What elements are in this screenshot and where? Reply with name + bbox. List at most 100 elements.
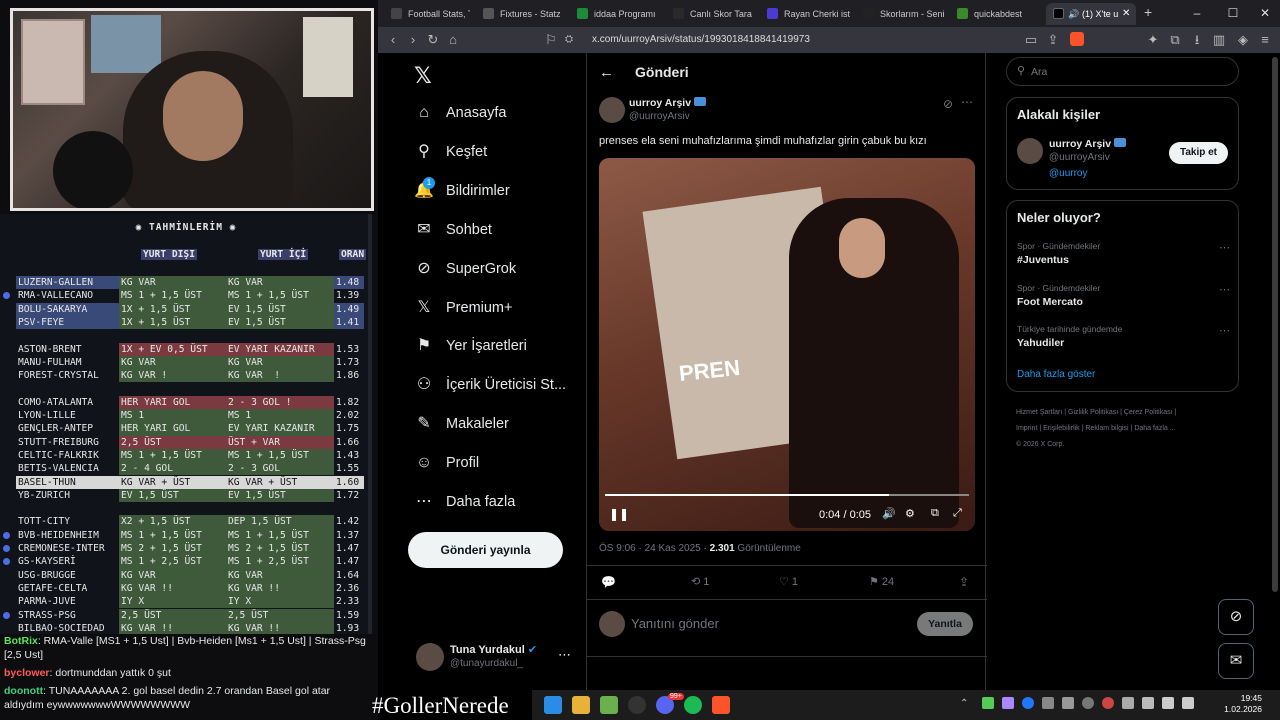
maximize-icon[interactable]: ☐ [1224,4,1242,22]
nav-item[interactable]: 𝕏 Premium+ [414,295,513,321]
nav-item[interactable]: ⌂ Anasayfa [414,100,506,126]
follow-button[interactable]: Takip et [1169,142,1228,164]
show-more-link[interactable]: Daha fazla göster [1017,369,1095,380]
reply-button[interactable]: Yanıtla [917,612,973,636]
browser-tab[interactable]: quickabdest [950,3,1040,25]
back-arrow-icon[interactable]: ← [599,64,614,81]
author-name[interactable]: uurroy Arşiv [629,97,706,109]
footer-link[interactable]: Reklam bilgisi [1085,425,1128,432]
grok-icon[interactable]: ⊘ [943,97,953,111]
site-info-icon[interactable]: ⛭ [562,31,576,49]
browser-tab[interactable]: Football Stats, Tal [384,3,470,25]
reload-icon[interactable]: ↻ [424,31,442,49]
home-icon[interactable]: ⌂ [444,31,462,49]
scrollbar[interactable] [368,214,372,634]
browser-tab[interactable]: Skorlarım - Senin [856,3,944,25]
post-menu-icon[interactable]: ⋯ [961,95,973,109]
search-box[interactable]: ⚲ Ara [1006,57,1239,86]
obs-icon[interactable] [628,696,646,714]
browser-tab[interactable]: Rayan Cherki istat [760,3,850,25]
footer-link[interactable]: Daha fazla ... [1134,425,1175,432]
browser-tab[interactable]: iddaa Programı - [570,3,658,25]
nav-item[interactable]: ✉ Sohbet [414,217,492,243]
footer-link[interactable]: Hizmet Şartları [1016,409,1062,416]
extension-icon[interactable]: ✦ [1144,31,1162,49]
trend-menu-icon[interactable]: ⋯ [1219,324,1230,337]
video-progress-track[interactable] [605,494,969,496]
brave-icon[interactable] [712,696,730,714]
share-icon[interactable]: ⇪ [1044,31,1062,49]
speaker-icon[interactable] [1162,697,1174,709]
nav-item[interactable]: ✎ Makaleler [414,411,509,437]
footer-link[interactable]: Imprint [1016,425,1037,432]
post-button[interactable]: Gönderi yayınla [408,532,563,568]
minimize-icon[interactable]: – [1188,4,1206,22]
windows-start-icon[interactable] [544,696,562,714]
nav-item[interactable]: ⚑ Yer İşaretleri [414,333,527,359]
clock[interactable]: 19:45 1.02.2026 [1220,693,1262,715]
bookmark-button[interactable]: ⚑ 24 [869,575,894,588]
trend-item[interactable]: Spor · Gündemdekiler Foot Mercato ⋯ [1017,283,1230,308]
sidebar-toggle-icon[interactable]: ▥ [1210,31,1228,49]
footer-link[interactable]: Gizlilik Politikası [1068,409,1118,416]
network-icon[interactable] [1182,697,1194,709]
volume-icon[interactable]: 🔊 [882,507,896,520]
avatar[interactable] [1017,138,1043,164]
nav-item[interactable]: ⚇ İçerik Üreticisi St... [414,372,566,398]
related-name[interactable]: uurroy Arşiv [1049,138,1126,150]
video-player[interactable]: PREN ❚❚ 0:04 / 0:05 🔊 ⚙ ⧉ ⤢ [599,158,975,531]
messages-fab-icon[interactable]: ✉ [1218,643,1254,679]
brave-shield-icon[interactable] [1070,32,1084,46]
settings-icon[interactable]: ⚙ [905,507,915,520]
trend-menu-icon[interactable]: ⋯ [1219,241,1230,254]
trend-menu-icon[interactable]: ⋯ [1219,283,1230,296]
screenshot-icon[interactable]: ▭ [1022,31,1040,49]
scroll-thumb[interactable] [1272,57,1278,592]
like-button[interactable]: ♡ 1 [779,575,798,588]
browser-tab[interactable]: Fixtures - Statz [476,3,562,25]
mic-icon[interactable] [1142,697,1154,709]
tray-icon[interactable] [1062,697,1074,709]
footer-link[interactable]: Erişilebilirlik [1043,425,1080,432]
tray-icon[interactable] [982,697,994,709]
repost-button[interactable]: ⟲ 1 [691,575,709,588]
new-tab-icon[interactable]: + [1144,4,1152,20]
tray-icon[interactable] [1042,697,1054,709]
download-icon[interactable]: ⭳ [1188,31,1206,49]
tray-icon[interactable] [1002,697,1014,709]
menu-icon[interactable]: ≡ [1256,31,1274,49]
bookmark-page-icon[interactable]: ⚐ [542,31,560,49]
page-scrollbar[interactable] [1270,53,1280,690]
pause-icon[interactable]: ❚❚ [609,507,629,521]
spotify-icon[interactable] [684,696,702,714]
tray-icon[interactable] [1122,697,1134,709]
x-logo-icon[interactable]: 𝕏 [414,63,432,89]
browser-tab-active[interactable]: 🔊 (1) X'te u ✕ [1046,3,1136,25]
tab-close-icon[interactable]: ✕ [1122,3,1130,25]
file-explorer-icon[interactable] [572,696,590,714]
related-link[interactable]: @uurroy [1049,168,1088,179]
audio-icon[interactable]: 🔊 [1068,3,1079,25]
browser-tab[interactable]: Canlı Skor Tarayıc [666,3,752,25]
tray-chevron-icon[interactable]: ⌃ [960,698,968,709]
fullscreen-icon[interactable]: ⤢ [953,507,962,520]
more-icon[interactable]: ⋯ [558,647,571,663]
forward-icon[interactable]: › [404,31,422,49]
trend-item[interactable]: Türkiye tarihinde gündemde Yahudiler ⋯ [1017,324,1230,349]
puzzle-icon[interactable]: ⧉ [1166,31,1184,49]
search-input[interactable]: Ara [1031,66,1047,78]
tray-icon[interactable] [1082,697,1094,709]
reply-icon[interactable]: 💬 [601,575,616,589]
grok-fab-icon[interactable]: ⊘ [1218,599,1254,635]
tray-icon[interactable] [1102,697,1114,709]
nav-item[interactable]: ⊘ SuperGrok [414,256,516,282]
trend-item[interactable]: Spor · Gündemdekiler #Juventus ⋯ [1017,241,1230,266]
author-avatar[interactable] [599,97,625,123]
account-switcher[interactable]: Tuna Yurdakul ✔ @tunayurdakul_ ⋯ [408,643,583,673]
nav-item[interactable]: ⋯ Daha fazla [414,489,515,515]
pip-icon[interactable]: ⧉ [931,507,939,520]
window-close-icon[interactable]: ✕ [1256,4,1274,22]
reply-input[interactable]: Yanıtını gönder [631,616,719,631]
app-icon[interactable] [600,696,618,714]
share-icon[interactable]: ⇪ [959,575,969,589]
